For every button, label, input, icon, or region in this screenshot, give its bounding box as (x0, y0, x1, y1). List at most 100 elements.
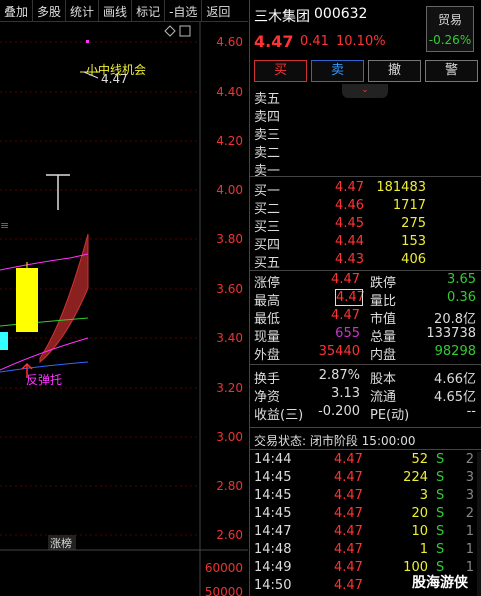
bid-row: 买一 4.47 181483 (254, 180, 478, 199)
book-divider (250, 176, 481, 177)
y-tick-label: 3.80 (216, 232, 243, 246)
stat-value: 4.47 (331, 308, 360, 323)
y-tick-label: 2.60 (216, 528, 243, 542)
tick-price: 4.47 (334, 452, 363, 467)
sector-label: 贸易 (437, 13, 462, 27)
y-tick-label: 3.60 (216, 282, 243, 296)
toolbar-watchlist-button[interactable]: -自选 (165, 0, 203, 21)
stat-row: 换手 2.87% 股本 4.66亿 (254, 368, 478, 387)
bid-row: 买四 4.44 153 (254, 234, 478, 253)
ask-row: 卖二 (254, 142, 478, 161)
tick-row: 14:44 4.47 52 S 2 (254, 452, 478, 470)
cyan-candle (0, 332, 8, 350)
tick-volume: 224 (403, 470, 428, 485)
tick-count: 3 (465, 488, 474, 503)
trading-status: 交易状态: 闭市阶段 15:00:00 (254, 434, 416, 448)
tick-time: 14:49 (254, 560, 292, 575)
toolbar-back-button[interactable]: 返回 (202, 0, 234, 21)
y-tick-label: 4.40 (216, 85, 243, 99)
stat-value: 0.36 (447, 290, 476, 305)
tick-side: S (436, 542, 445, 557)
bid-price: 4.46 (335, 198, 364, 213)
bid-volume: 406 (401, 252, 426, 267)
stat-row: 现量 655 总量 133738 (254, 326, 478, 345)
tick-side: S (436, 470, 445, 485)
toolbar-multistock-button[interactable]: 多股 (33, 0, 67, 21)
tick-time: 14:45 (254, 506, 292, 521)
tick-count: 3 (465, 470, 474, 485)
toolbar-overlay-button[interactable]: 叠加 (0, 0, 34, 21)
stat-label: 换手 (254, 372, 281, 387)
stat-value: 4.66亿 (434, 372, 476, 387)
y-tick-label: 3.40 (216, 331, 243, 345)
bid-volume: 181483 (376, 180, 426, 195)
price-change-pct: 10.10% (336, 34, 386, 49)
stat-value: 133738 (426, 326, 476, 341)
kline-chart-svg: 4.60 4.40 4.20 4.00 3.80 3.60 3.40 3.20 … (0, 22, 248, 596)
bid-volume: 275 (401, 216, 426, 231)
tick-time: 14:45 (254, 488, 292, 503)
maximize-icon[interactable] (179, 25, 191, 37)
y-tick-label: 2.80 (216, 479, 243, 493)
tick-side: S (436, 488, 445, 503)
buy-button[interactable]: 买 (254, 60, 307, 82)
stat-label: 外盘 (254, 348, 281, 363)
bid-volume: 1717 (392, 198, 426, 213)
vol-tick-label: 50000 (205, 585, 243, 596)
y-tick-label: 3.00 (216, 430, 243, 444)
cancel-order-button[interactable]: 撤 (368, 60, 421, 82)
stat-label: 最低 (254, 312, 281, 327)
ask-label: 卖二 (254, 146, 281, 161)
alert-button[interactable]: 警 (425, 60, 478, 82)
order-actions: 买 卖 撤 警 (254, 60, 478, 82)
sell-button[interactable]: 卖 (311, 60, 364, 82)
stat-value: 3.13 (331, 386, 360, 401)
bid-label: 买三 (254, 220, 281, 235)
kline-chart[interactable]: 4.60 4.40 4.20 4.00 3.80 3.60 3.40 3.20 … (0, 22, 248, 596)
ticks-divider (250, 449, 481, 450)
status-divider (250, 427, 481, 428)
tick-price: 4.47 (334, 470, 363, 485)
stat-label: 净资 (254, 390, 281, 405)
tick-row: 14:47 4.47 10 S 1 (254, 524, 478, 542)
tick-price: 4.47 (334, 578, 363, 593)
tick-count: 2 (465, 506, 474, 521)
stat-label: 市值 (370, 312, 397, 327)
tick-count: 1 (465, 524, 474, 539)
tick-count: 2 (465, 452, 474, 467)
tick-time: 14:47 (254, 524, 292, 539)
tick-side: S (436, 524, 445, 539)
tick-price: 4.47 (334, 560, 363, 575)
tick-volume: 3 (419, 488, 428, 503)
ask-row: 卖三 (254, 124, 478, 143)
bid-row: 买三 4.45 275 (254, 216, 478, 235)
toolbar-drawline-button[interactable]: 画线 (99, 0, 133, 21)
tick-row: 14:48 4.47 1 S 1 (254, 542, 478, 560)
stat-row: 最低 4.47 市值 20.8亿 (254, 308, 478, 327)
tick-row: 14:45 4.47 224 S 3 (254, 470, 478, 488)
tick-volume: 1 (419, 542, 428, 557)
bid-price: 4.47 (335, 180, 364, 195)
ask-label: 卖三 (254, 128, 281, 143)
diamond-icon[interactable] (164, 25, 176, 37)
toolbar-stats-button[interactable]: 统计 (66, 0, 100, 21)
tick-time: 14:48 (254, 542, 292, 557)
yellow-candle (16, 268, 38, 332)
tick-time: 14:50 (254, 578, 292, 593)
stat-row: 涨停 4.47 跌停 3.65 (254, 272, 478, 291)
stat-value: -- (466, 404, 476, 419)
sector-button[interactable]: 贸易 -0.26% (426, 6, 474, 52)
toolbar-mark-button[interactable]: 标记 (132, 0, 166, 21)
tick-side: S (436, 452, 445, 467)
tick-row: 14:45 4.47 20 S 2 (254, 506, 478, 524)
bid-price: 4.43 (335, 252, 364, 267)
stat-label: 涨停 (254, 276, 281, 291)
stat-row: 收益(三) -0.200 PE(动) -- (254, 404, 478, 423)
tick-price: 4.47 (334, 488, 363, 503)
ask-row: 卖五 (254, 88, 478, 107)
vol-tick-label: 60000 (205, 561, 243, 575)
bid-label: 买四 (254, 238, 281, 253)
tick-price: 4.47 (334, 506, 363, 521)
price-change: 0.41 (300, 34, 329, 49)
stat-label: 流通 (370, 390, 397, 405)
